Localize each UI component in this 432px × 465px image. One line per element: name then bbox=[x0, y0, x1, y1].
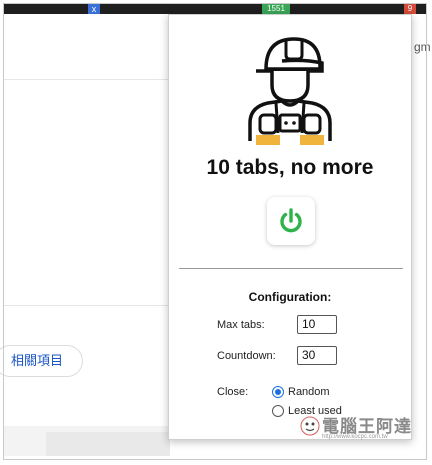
close-least-used-radio[interactable] bbox=[272, 405, 284, 417]
background-divider bbox=[4, 305, 170, 306]
background-divider bbox=[4, 79, 170, 80]
close-least-used-label[interactable]: Least used bbox=[288, 405, 342, 417]
configuration-heading: Configuration: bbox=[248, 290, 332, 304]
power-icon bbox=[280, 208, 302, 233]
background-page bbox=[4, 14, 170, 306]
countdown-input[interactable]: 30 bbox=[297, 346, 337, 365]
extension-badge-x[interactable]: x bbox=[88, 4, 100, 14]
background-partial-text: gm bbox=[414, 40, 431, 54]
max-tabs-input[interactable]: 10 bbox=[297, 315, 337, 334]
background-footer-block bbox=[46, 432, 170, 456]
close-random-label[interactable]: Random bbox=[288, 386, 330, 398]
close-random-radio[interactable] bbox=[272, 386, 284, 398]
extension-badge-count[interactable]: 1551 bbox=[262, 4, 290, 14]
extension-popup: 10 tabs, no more Configuration: Max tabs… bbox=[168, 14, 412, 440]
related-items-button[interactable]: 相關項目 bbox=[0, 345, 83, 377]
max-tabs-label: Max tabs: bbox=[217, 319, 265, 331]
power-toggle-button[interactable] bbox=[267, 197, 315, 245]
countdown-label: Countdown: bbox=[217, 350, 276, 362]
browser-toolbar-strip bbox=[4, 4, 427, 14]
worker-mascot-icon bbox=[248, 37, 332, 145]
popup-title: 10 tabs, no more bbox=[206, 156, 374, 179]
section-divider bbox=[179, 268, 403, 269]
close-label: Close: bbox=[217, 386, 249, 398]
extension-badge-red[interactable]: 9 bbox=[404, 4, 416, 14]
